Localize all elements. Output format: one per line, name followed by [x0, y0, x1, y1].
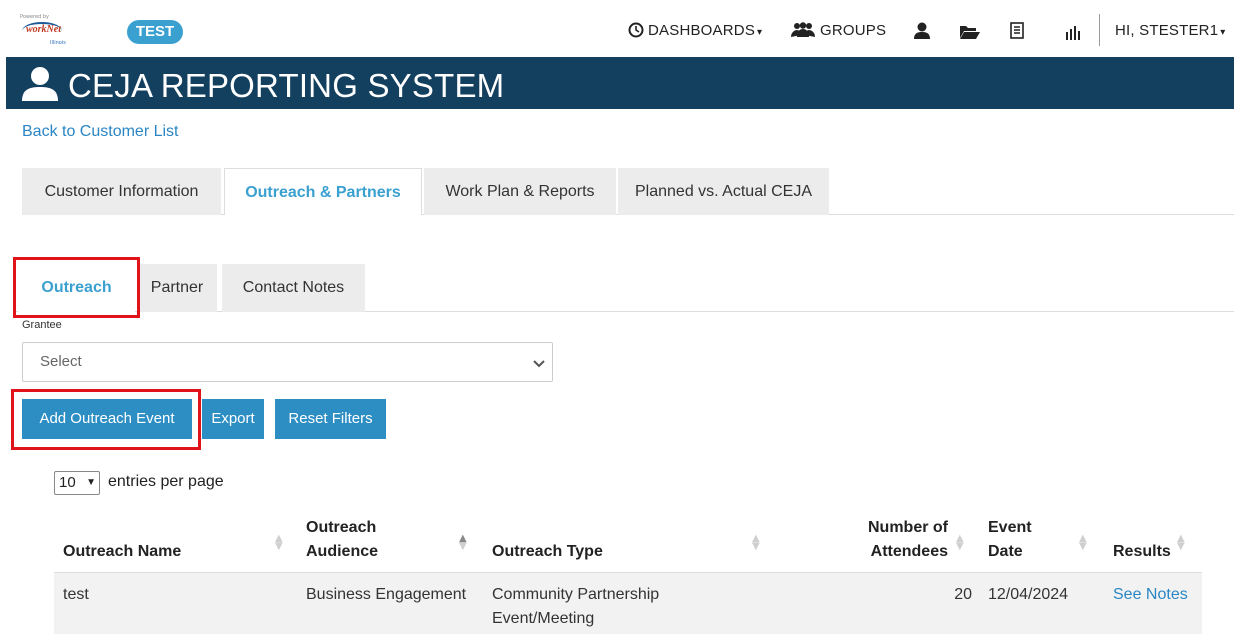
person-icon	[22, 67, 58, 105]
nav-divider	[1099, 14, 1100, 46]
bar-chart-icon[interactable]	[1065, 25, 1081, 45]
see-notes-link[interactable]: See Notes	[1113, 583, 1188, 607]
reset-filters-button[interactable]: Reset Filters	[275, 399, 386, 439]
col-outreach-name[interactable]: Outreach Name	[63, 540, 181, 564]
entries-per-page-label: entries per page	[108, 473, 224, 490]
grantee-select-value: Select	[40, 353, 82, 370]
env-badge: TEST	[127, 20, 183, 44]
folder-icon[interactable]	[960, 24, 980, 44]
page-title: CEJA REPORTING SYSTEM	[68, 67, 505, 104]
col-event-date[interactable]: Event Date	[988, 516, 1032, 564]
list-icon[interactable]	[1010, 22, 1024, 44]
subtab-partner[interactable]: Partner	[137, 264, 217, 312]
user-menu[interactable]: HI, STESTER1 ▾	[1115, 22, 1226, 39]
table-row: test Business Engagement Community Partn…	[54, 573, 1202, 634]
nav-dashboards[interactable]: DASHBOARDS ▾	[648, 22, 762, 39]
nav-dashboards-label: DASHBOARDS	[648, 22, 756, 39]
logo-top-text: Powered by	[20, 14, 49, 20]
sort-asc-icon[interactable]: ▲ ▼	[459, 534, 467, 552]
user-greeting: HI, STESTER1	[1115, 22, 1219, 39]
nav-groups[interactable]: GROUPS	[820, 22, 886, 39]
col-outreach-type[interactable]: Outreach Type	[492, 540, 603, 564]
cell-event-date: 12/04/2024	[988, 586, 1069, 603]
sort-icon[interactable]: ▲ ▼	[956, 534, 964, 552]
col-results[interactable]: Results	[1113, 540, 1171, 564]
entries-per-page-select[interactable]: 10 ▼	[54, 471, 100, 495]
highlight-box-add-outreach	[11, 389, 201, 450]
table-header: Outreach Name ▲ ▼ Outreach Audience ▲ ▼ Ou…	[54, 513, 1202, 573]
grantee-label: Grantee	[22, 319, 62, 331]
sort-icon[interactable]: ▲ ▼	[1177, 534, 1185, 552]
col-number-of-attendees[interactable]: Number of Attendees	[860, 516, 948, 564]
col-outreach-audience[interactable]: Outreach Audience	[306, 516, 378, 564]
illinois-worknet-logo[interactable]: Powered by workNet Illinois	[20, 14, 90, 50]
export-button[interactable]: Export	[202, 399, 264, 439]
groups-icon	[791, 22, 815, 43]
subtab-contact-notes[interactable]: Contact Notes	[222, 264, 365, 312]
top-navbar: Powered by workNet Illinois TEST DASHBOA…	[0, 0, 1234, 56]
cell-outreach-name: test	[63, 586, 89, 603]
tab-planned-vs-actual[interactable]: Planned vs. Actual CEJA	[618, 168, 829, 215]
grantee-select[interactable]: Select	[22, 342, 553, 382]
back-to-customer-list-link[interactable]: Back to Customer List	[22, 123, 179, 141]
page-banner: CEJA REPORTING SYSTEM	[6, 57, 1234, 109]
chevron-down-icon: ▼	[86, 477, 96, 488]
logo-sub: Illinois	[50, 40, 66, 46]
sort-icon[interactable]: ▲ ▼	[752, 534, 760, 552]
cell-outreach-audience: Business Engagement	[306, 586, 467, 603]
chevron-down-icon	[532, 355, 546, 374]
cell-outreach-type: Community Partnership Event/Meeting	[492, 586, 660, 627]
tab-outreach-partners[interactable]: Outreach & Partners	[224, 168, 422, 215]
sort-icon[interactable]: ▲ ▼	[1079, 534, 1087, 552]
cell-attendees: 20	[954, 586, 972, 603]
tab-work-plan-reports[interactable]: Work Plan & Reports	[424, 168, 616, 215]
sort-icon[interactable]: ▲ ▼	[275, 534, 283, 552]
nav-groups-label: GROUPS	[820, 22, 887, 39]
clock-icon	[628, 22, 644, 43]
person-icon[interactable]	[914, 22, 930, 44]
tab-customer-information[interactable]: Customer Information	[22, 168, 221, 215]
highlight-box-outreach	[13, 257, 140, 318]
entries-value: 10	[59, 474, 76, 491]
logo-brand: workNet	[26, 24, 61, 35]
